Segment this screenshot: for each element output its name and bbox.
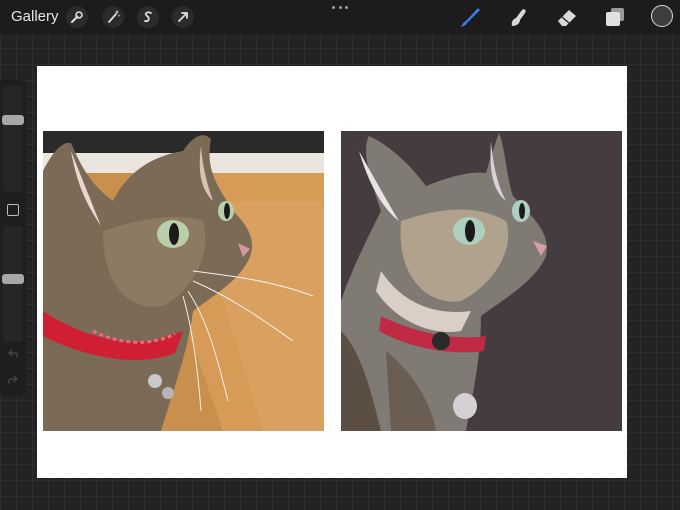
- undo-icon[interactable]: [7, 348, 19, 360]
- opacity-thumb[interactable]: [2, 273, 24, 284]
- selection-icon: [144, 11, 152, 23]
- transform-button[interactable]: [172, 6, 194, 28]
- magic-wand-icon: [108, 10, 120, 23]
- layers-icon: [606, 8, 624, 26]
- sidebar: [0, 80, 26, 396]
- more-options-button[interactable]: [332, 3, 348, 11]
- dot-icon: [345, 5, 348, 9]
- color-picker-button[interactable]: [651, 5, 673, 27]
- selection-button[interactable]: [137, 6, 159, 28]
- actions-button[interactable]: [66, 6, 88, 28]
- brush-icon: [461, 8, 480, 27]
- dot-icon: [332, 5, 335, 9]
- opacity-slider[interactable]: [3, 226, 23, 342]
- paint-tool-button[interactable]: [457, 4, 483, 30]
- smudge-icon: [511, 9, 526, 26]
- gallery-button[interactable]: Gallery: [11, 8, 59, 26]
- erase-tool-button[interactable]: [554, 4, 580, 30]
- wrench-icon: [71, 11, 83, 23]
- smudge-tool-button[interactable]: [506, 4, 532, 30]
- top-toolbar: Gallery: [0, 0, 680, 34]
- dot-icon: [338, 5, 342, 9]
- redo-icon[interactable]: [7, 374, 19, 386]
- transform-icon: [178, 12, 188, 22]
- adjustments-button[interactable]: [102, 6, 124, 28]
- cat-photo: [43, 131, 324, 431]
- modify-square-icon[interactable]: [7, 204, 19, 216]
- brush-size-thumb[interactable]: [2, 114, 24, 125]
- eraser-icon: [558, 10, 576, 26]
- layers-button[interactable]: [602, 4, 628, 30]
- brush-size-slider[interactable]: [3, 86, 23, 192]
- cat-painting: [341, 131, 622, 431]
